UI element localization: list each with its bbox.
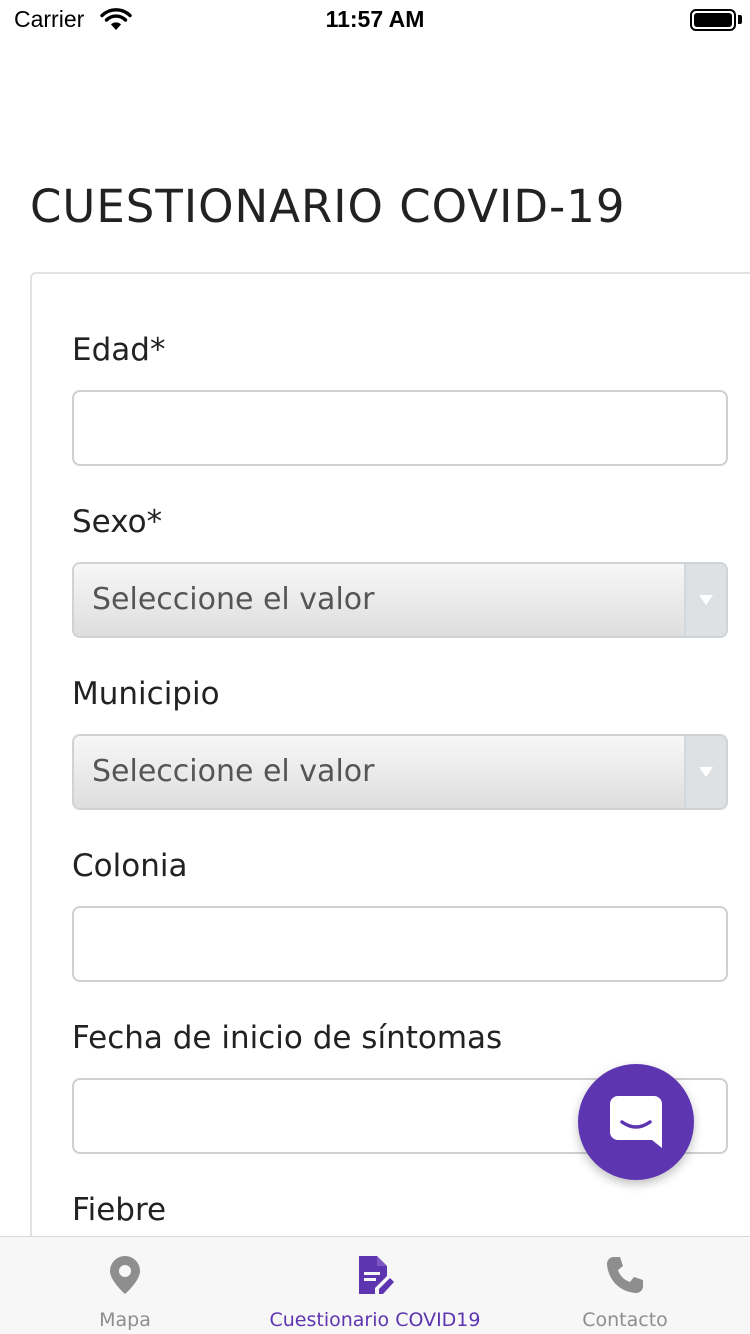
battery-fill: [694, 13, 732, 27]
chevron-down-icon: [699, 595, 713, 605]
tab-contacto[interactable]: Contacto: [500, 1237, 750, 1334]
chat-bubble-icon: [610, 1096, 662, 1148]
tab-bar: Mapa Cuestionario COVID19 Contacto: [0, 1236, 750, 1334]
tab-contacto-label: Contacto: [582, 1309, 668, 1331]
document-edit-icon: [355, 1255, 395, 1295]
tab-cuestionario-label: Cuestionario COVID19: [269, 1309, 481, 1331]
battery-icon: [690, 9, 736, 31]
sexo-select-value: Seleccione el valor: [92, 582, 375, 617]
municipio-select-value: Seleccione el valor: [92, 754, 375, 789]
fiebre-label: Fiebre: [72, 1192, 167, 1228]
screen: Carrier 11:57 AM CUESTIONARIO COVID-19 E…: [0, 0, 750, 1334]
municipio-select[interactable]: Seleccione el valor: [72, 734, 728, 810]
colonia-label: Colonia: [72, 848, 188, 884]
municipio-dropdown-button[interactable]: [684, 736, 726, 808]
sexo-dropdown-button[interactable]: [684, 564, 726, 636]
chat-button[interactable]: [578, 1064, 694, 1180]
tab-mapa[interactable]: Mapa: [0, 1237, 250, 1334]
phone-icon: [605, 1255, 645, 1295]
chevron-down-icon: [699, 767, 713, 777]
sexo-label: Sexo*: [72, 504, 163, 540]
tab-cuestionario[interactable]: Cuestionario COVID19: [250, 1237, 500, 1334]
edad-label: Edad*: [72, 332, 166, 368]
map-pin-icon: [108, 1255, 142, 1295]
sexo-select[interactable]: Seleccione el valor: [72, 562, 728, 638]
tab-mapa-label: Mapa: [99, 1309, 151, 1331]
edad-input[interactable]: [72, 390, 728, 466]
page-title: CUESTIONARIO COVID-19: [30, 180, 626, 233]
municipio-label: Municipio: [72, 676, 220, 712]
fecha-inicio-label: Fecha de inicio de síntomas: [72, 1020, 503, 1056]
battery-tip: [738, 15, 742, 24]
status-bar: Carrier 11:57 AM: [0, 0, 750, 40]
colonia-input[interactable]: [72, 906, 728, 982]
clock: 11:57 AM: [325, 6, 425, 32]
